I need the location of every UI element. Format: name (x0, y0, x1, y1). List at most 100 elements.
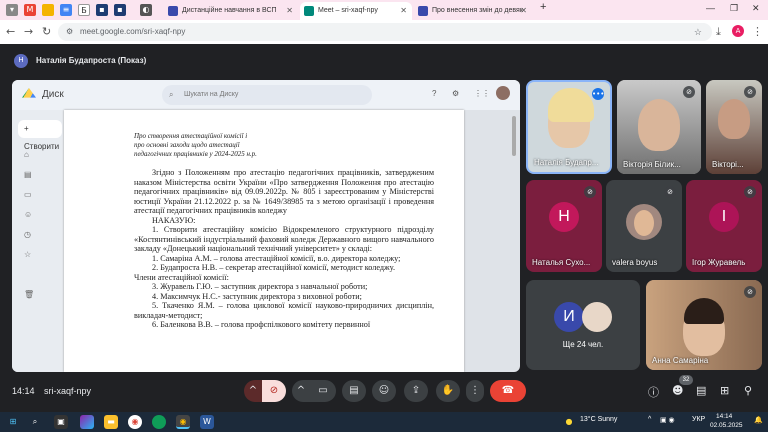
present-screen-button[interactable]: ⇪ (404, 380, 428, 402)
video-options-button[interactable]: ^ (292, 380, 310, 402)
tab-icon[interactable]: Б (78, 4, 90, 16)
more-participants-tile[interactable]: И Ще 24 чел. (526, 280, 640, 370)
mic-off-icon: ⊘ (664, 186, 676, 198)
sidebar-home-icon[interactable]: ⌂ (24, 150, 29, 159)
apps-grid-icon[interactable]: ⋮⋮ (474, 89, 490, 98)
participant-tile[interactable]: Н ⊘ Наталья Сухо... (526, 180, 602, 272)
gmail-tab-icon[interactable]: M (24, 4, 36, 16)
mic-off-icon: ⊘ (584, 186, 596, 198)
tab-icon[interactable]: ▪ (114, 4, 126, 16)
sidebar-shared-icon[interactable]: ☺ (24, 210, 32, 219)
drive-search-input[interactable]: ⌕ Шукати на Диску (162, 85, 372, 105)
participant-tile[interactable]: ⊘ valera boyus (606, 180, 682, 272)
camera-button[interactable]: ▭ (310, 380, 336, 402)
chrome-icon[interactable]: ◉ (128, 415, 142, 429)
participant-name: valera boyus (612, 258, 658, 267)
participant-thumb (582, 302, 612, 332)
forward-icon[interactable]: → (24, 25, 33, 38)
url-input[interactable]: ⚙ meet.google.com/sri-xaqf-npy ☆ (58, 23, 712, 41)
participant-tile[interactable]: ⊘ Анна Самаріна (646, 280, 762, 370)
drive-avatar[interactable] (496, 86, 510, 100)
help-icon[interactable]: ? (432, 89, 436, 98)
sidebar-computers-icon[interactable]: ▭ (24, 190, 32, 199)
site-info-icon[interactable]: ⚙ (66, 23, 73, 41)
participant-tile[interactable]: І ⊘ Ігор Журавель (686, 180, 762, 272)
new-tab-button[interactable]: + (540, 1, 546, 13)
word-icon[interactable]: W (200, 415, 214, 429)
tab-icon[interactable]: ▪ (96, 4, 108, 16)
address-bar-row: ← → ↻ ⚙ meet.google.com/sri-xaqf-npy ☆ ⤓… (0, 20, 768, 44)
sidebar-starred-icon[interactable]: ☆ (24, 250, 31, 259)
notifications-icon[interactable]: 🔔 (754, 416, 763, 424)
document-header: Про створення атестаційної комісії і про… (134, 132, 304, 159)
header-line: педагогічних працівників у 2024-2025 н.р… (134, 150, 257, 158)
tab-icon[interactable]: ◐ (140, 4, 152, 16)
doc-member: 1. Самаріна А.М. – голова атестаційної к… (152, 253, 401, 263)
mic-off-icon: ⊘ (744, 86, 756, 98)
doc-member: 3. Журавель Г.Ю. – заступник директора з… (152, 282, 368, 291)
participant-name: Вікторія Білик... (623, 160, 681, 169)
minimize-icon[interactable]: — (706, 3, 715, 13)
participant-tile[interactable]: ⊘ Вікторі... (706, 80, 762, 174)
os-taskbar: ⊞ ⌕ ▣ ▬ ◉ ◉ W ● 13°C Sunny ^ ▣ ◉ УКР 14:… (0, 412, 768, 432)
end-call-button[interactable]: ☎ (490, 380, 526, 402)
mic-off-icon: ⊘ (744, 286, 756, 298)
host-controls-icon[interactable]: ⚲ (744, 384, 752, 397)
close-tab-icon[interactable]: ✕ (400, 2, 407, 20)
participant-initial: І (709, 201, 739, 232)
copilot-icon[interactable] (80, 415, 94, 429)
close-window-icon[interactable]: ✕ (752, 3, 760, 14)
raise-hand-button[interactable]: ✋ (436, 380, 460, 402)
mic-off-button[interactable]: ⊘ (262, 380, 286, 402)
docs-tab-icon[interactable]: ≡ (60, 4, 72, 16)
participant-tile[interactable]: ••• Наталія Будапр... (526, 80, 612, 174)
language-indicator[interactable]: УКР (692, 416, 705, 423)
file-explorer-icon[interactable]: ▬ (104, 415, 118, 429)
download-icon[interactable]: ⤓ (716, 25, 721, 39)
tab-search-icon[interactable]: ▾ (6, 4, 18, 16)
back-icon[interactable]: ← (6, 25, 15, 38)
close-tab-icon[interactable]: ✕ (520, 2, 527, 20)
meet-controls: 14:14 sri-xaqf-npy ^ ⊘ ^ ▭ ▤ ☺ ⇪ ✋ ⋮ ☎ ⓘ… (0, 372, 768, 412)
activities-icon[interactable]: ⊞ (720, 384, 729, 397)
clock-date[interactable]: 02.05.2025 (710, 422, 743, 429)
close-tab-icon[interactable]: ✕ (286, 2, 293, 20)
drive-new-button[interactable]: + Створити (18, 120, 62, 151)
participant-name: Ігор Журавель (692, 258, 746, 267)
tray-chevron-icon[interactable]: ^ (648, 416, 651, 423)
sidebar-drive-icon[interactable]: ▤ (24, 170, 32, 179)
emoji-button[interactable]: ☺ (372, 380, 396, 402)
people-icon[interactable]: ☻ (672, 384, 683, 397)
task-view-icon[interactable]: ▣ (54, 415, 68, 429)
audio-options-button[interactable]: ^ (244, 380, 262, 402)
doc-item: 1. Створити атестаційну комісію Відокрем… (134, 225, 434, 253)
doc-scrollbar[interactable] (512, 116, 516, 156)
reload-icon[interactable]: ↻ (42, 25, 51, 38)
meeting-code: sri-xaqf-npy (44, 386, 92, 396)
captions-button[interactable]: ▤ (342, 380, 366, 402)
maximize-icon[interactable]: ❐ (730, 3, 738, 14)
sidebar-trash-icon[interactable]: 🗑 (24, 290, 34, 299)
chat-icon[interactable]: ▤ (696, 384, 706, 397)
tray-icons[interactable]: ▣ ◉ (660, 416, 675, 424)
search-icon[interactable]: ⌕ (28, 415, 42, 429)
clock-time[interactable]: 14:14 (716, 413, 732, 420)
doc-member: 5. Ткаченко Я.М. – голова циклової коміс… (134, 301, 434, 320)
edge-icon[interactable] (152, 415, 166, 429)
presenter-label: Наталія Будапроста (Показ) (36, 56, 147, 65)
tab-distance-learning[interactable]: Дистанційне навчання в ВСП ✕ (164, 2, 298, 20)
chrome-active-icon[interactable]: ◉ (176, 415, 190, 429)
menu-kebab-icon[interactable]: ⋮ (752, 25, 763, 38)
participant-tile[interactable]: ⊘ Вікторія Білик... (617, 80, 701, 174)
settings-icon[interactable]: ⚙ (452, 89, 459, 98)
sidebar-recent-icon[interactable]: ◷ (24, 230, 31, 239)
info-icon[interactable]: ⓘ (648, 384, 659, 400)
tab-meet[interactable]: Meet – sri-xaqf-npy ✕ (300, 2, 412, 20)
tab-changes[interactable]: Про внесення змін до девяк ✕ (414, 2, 532, 20)
more-options-button[interactable]: ⋮ (466, 380, 484, 402)
tab-icon[interactable] (42, 4, 54, 16)
bookmark-star-icon[interactable]: ☆ (694, 23, 702, 41)
profile-avatar[interactable]: A (732, 25, 744, 37)
participant-name: Наталія Будапр... (534, 158, 599, 167)
start-icon[interactable]: ⊞ (6, 415, 20, 429)
